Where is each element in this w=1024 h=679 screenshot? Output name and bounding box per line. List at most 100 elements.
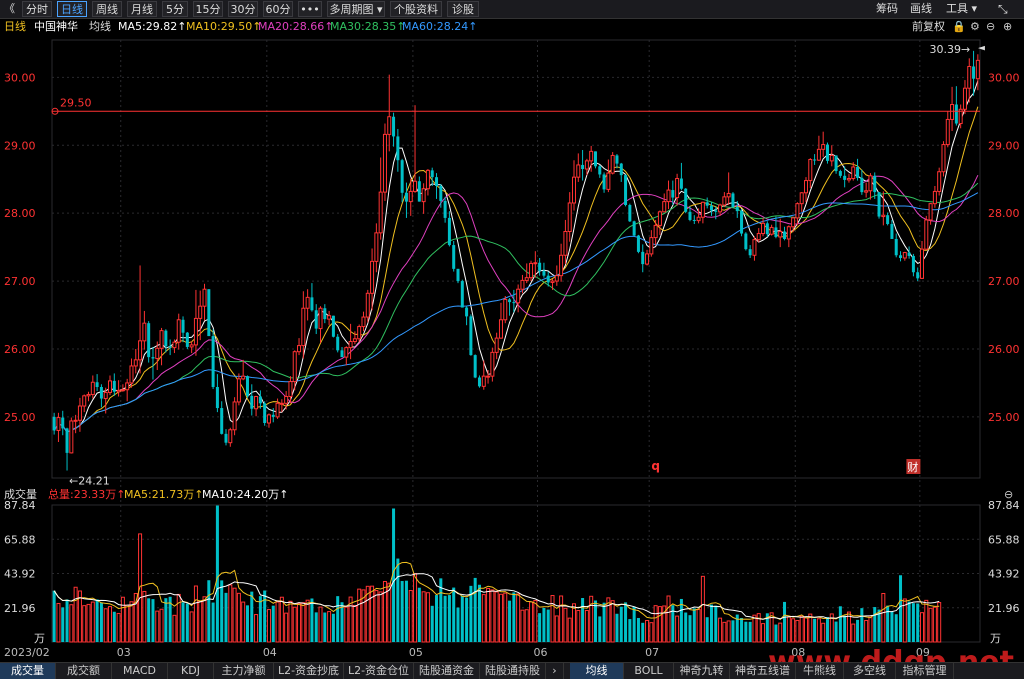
- candle[interactable]: [786, 225, 791, 248]
- indicator-tab-1[interactable]: 成交额: [56, 663, 112, 679]
- candle[interactable]: [185, 332, 189, 349]
- candle[interactable]: [314, 304, 318, 335]
- candle[interactable]: [563, 219, 568, 265]
- indicator-tab-8[interactable]: 陆股通持股: [480, 663, 546, 679]
- candle[interactable]: [624, 174, 628, 207]
- overlay-tab-0[interactable]: 均线: [570, 663, 624, 679]
- candle[interactable]: [266, 413, 271, 428]
- candle[interactable]: [684, 188, 688, 214]
- candle[interactable]: [498, 302, 503, 339]
- candle[interactable]: [679, 162, 683, 191]
- candle[interactable]: [473, 354, 477, 379]
- candle[interactable]: [374, 223, 379, 273]
- candle[interactable]: [636, 234, 640, 254]
- candle[interactable]: [392, 112, 396, 147]
- candle[interactable]: [911, 253, 915, 277]
- candle[interactable]: [215, 374, 219, 413]
- tabs-scroll-icon[interactable]: ›: [546, 663, 564, 679]
- candle[interactable]: [581, 150, 585, 181]
- candle[interactable]: [860, 169, 864, 195]
- candle[interactable]: [151, 346, 155, 380]
- candle[interactable]: [425, 169, 430, 196]
- candle[interactable]: [336, 334, 340, 353]
- candle[interactable]: [396, 128, 400, 172]
- candle[interactable]: [382, 123, 387, 201]
- candle[interactable]: [890, 219, 894, 239]
- candle[interactable]: [99, 384, 103, 408]
- candle[interactable]: [593, 151, 597, 169]
- candle[interactable]: [628, 203, 632, 222]
- indicator-tab-0[interactable]: 成交量: [0, 663, 56, 679]
- candle[interactable]: [825, 142, 829, 164]
- candle[interactable]: [576, 153, 581, 182]
- candle[interactable]: [417, 176, 421, 202]
- candle[interactable]: [469, 314, 473, 356]
- indicator-tab-4[interactable]: 主力净额: [214, 663, 274, 679]
- candle[interactable]: [649, 230, 654, 257]
- candle[interactable]: [907, 246, 911, 259]
- candle[interactable]: [56, 412, 61, 443]
- overlay-tab-6[interactable]: 指标管理: [896, 663, 954, 679]
- event-marker-q[interactable]: q: [651, 459, 660, 473]
- candle[interactable]: [176, 313, 181, 350]
- candle[interactable]: [666, 180, 671, 210]
- candle[interactable]: [524, 263, 529, 284]
- candle[interactable]: [107, 375, 113, 396]
- candle[interactable]: [112, 373, 116, 396]
- candle[interactable]: [348, 323, 353, 360]
- candle[interactable]: [945, 111, 950, 148]
- candle[interactable]: [615, 154, 619, 169]
- candle[interactable]: [138, 265, 143, 374]
- candle[interactable]: [632, 220, 636, 237]
- candle[interactable]: [236, 373, 241, 406]
- overlay-tab-4[interactable]: 牛熊线: [796, 663, 844, 679]
- candle[interactable]: [868, 173, 873, 200]
- indicator-tab-6[interactable]: L2-资金仓位: [344, 663, 414, 679]
- candle[interactable]: [756, 228, 761, 243]
- candle[interactable]: [327, 310, 332, 326]
- candle[interactable]: [494, 332, 499, 360]
- overlay-tab-3[interactable]: 神奇五线谱: [730, 663, 796, 679]
- overlay-tab-5[interactable]: 多空线: [844, 663, 896, 679]
- candle[interactable]: [159, 327, 164, 366]
- candle[interactable]: [778, 218, 783, 248]
- candle[interactable]: [834, 155, 838, 174]
- candle[interactable]: [228, 427, 233, 447]
- indicator-tab-3[interactable]: KDJ: [168, 663, 214, 679]
- candle[interactable]: [567, 192, 572, 242]
- candle[interactable]: [821, 131, 826, 157]
- candle[interactable]: [932, 186, 937, 208]
- candle[interactable]: [404, 182, 408, 218]
- candle[interactable]: [211, 329, 215, 390]
- candle[interactable]: [675, 173, 680, 206]
- candle[interactable]: [202, 283, 207, 321]
- candle[interactable]: [284, 391, 289, 410]
- candle[interactable]: [193, 289, 198, 356]
- candle[interactable]: [387, 74, 392, 152]
- candle[interactable]: [258, 390, 262, 409]
- candle[interactable]: [82, 394, 87, 413]
- candle[interactable]: [435, 173, 439, 199]
- candle[interactable]: [164, 329, 168, 353]
- candle[interactable]: [365, 289, 370, 323]
- candle[interactable]: [902, 251, 907, 261]
- candle[interactable]: [232, 397, 237, 436]
- overlay-tab-2[interactable]: 神奇九转: [674, 663, 730, 679]
- candle[interactable]: [967, 58, 972, 103]
- candle[interactable]: [189, 341, 194, 354]
- candle[interactable]: [168, 339, 172, 356]
- indicator-tab-2[interactable]: MACD: [112, 663, 168, 679]
- candle[interactable]: [641, 244, 645, 273]
- candle[interactable]: [928, 202, 933, 225]
- candle[interactable]: [305, 289, 310, 321]
- candle[interactable]: [657, 210, 662, 235]
- candle[interactable]: [653, 219, 658, 246]
- candle[interactable]: [602, 172, 606, 193]
- candle[interactable]: [799, 192, 804, 212]
- candle[interactable]: [645, 249, 650, 266]
- candle[interactable]: [846, 173, 851, 183]
- candle[interactable]: [538, 257, 542, 276]
- candle[interactable]: [744, 232, 748, 251]
- candle[interactable]: [937, 167, 942, 196]
- candle[interactable]: [73, 414, 78, 434]
